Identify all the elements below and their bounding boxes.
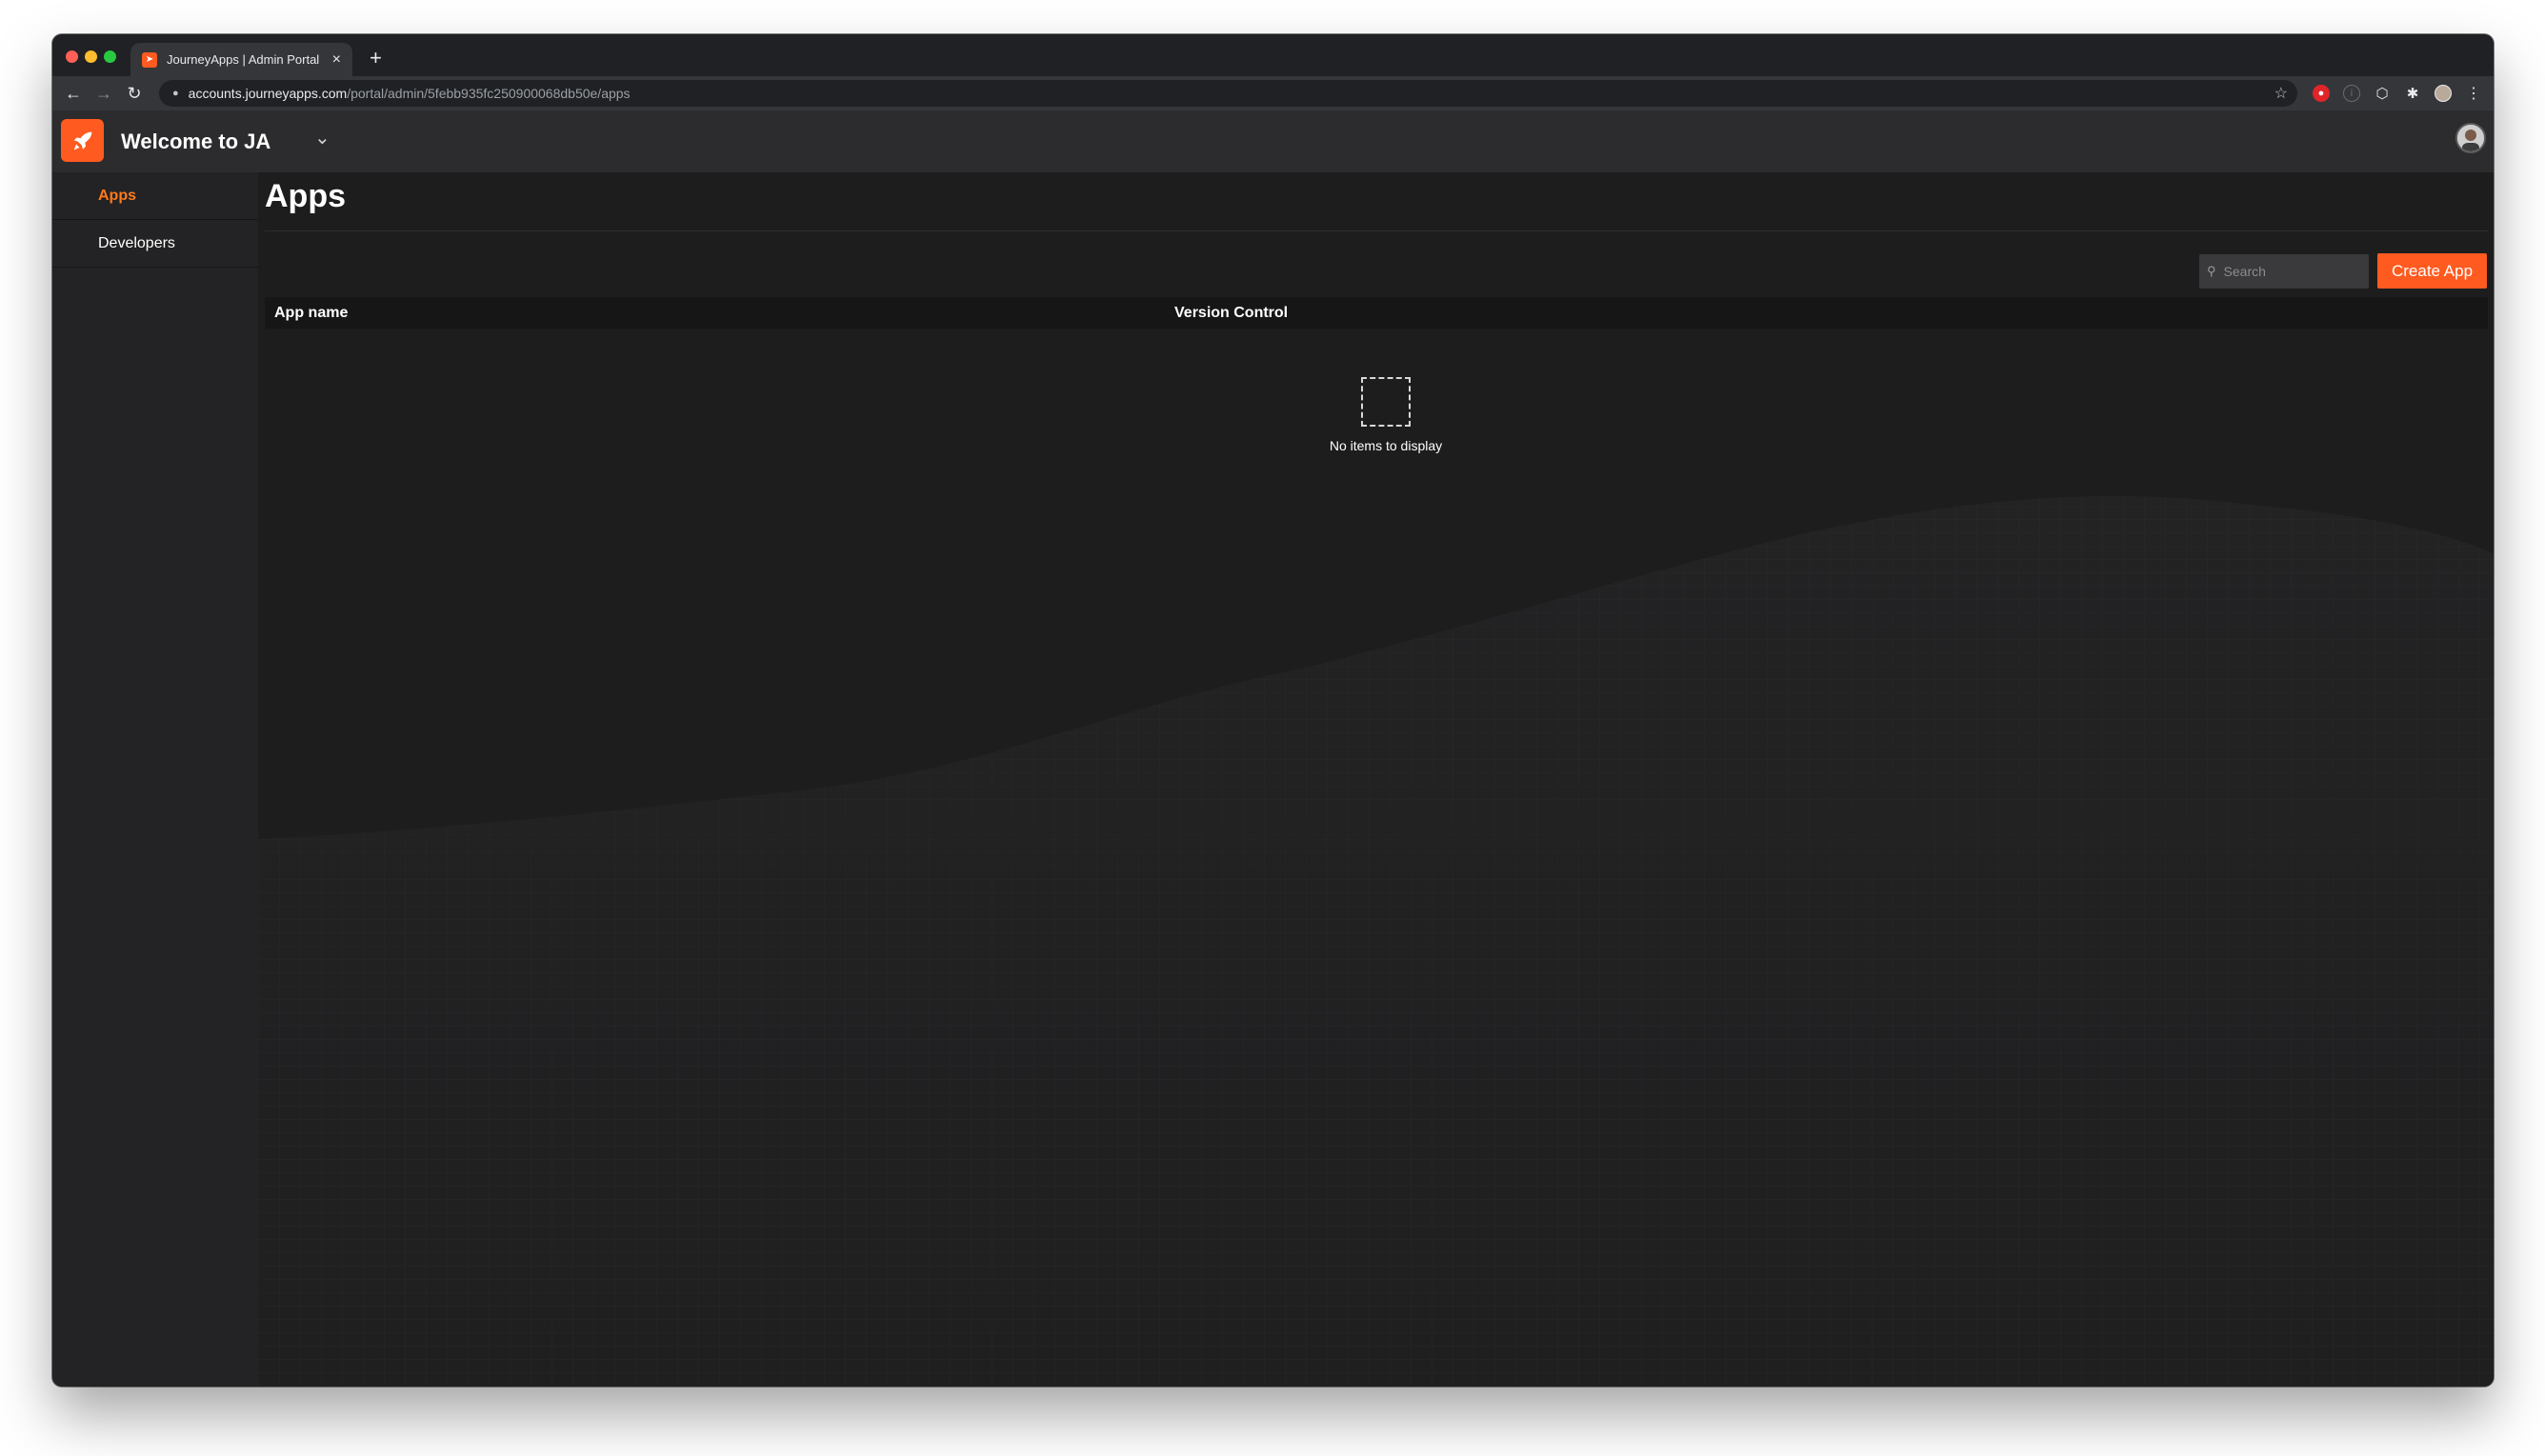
lock-icon: ● [172, 88, 179, 99]
main-content: Apps ⚲ Create App App name Version Contr… [258, 172, 2494, 1386]
sidebar-item-developers[interactable]: Developers [52, 220, 258, 268]
url-path: /portal/admin/5febb935fc250900068db50e/a… [347, 86, 631, 101]
puzzle-extensions-icon[interactable]: ✱ [2404, 85, 2421, 102]
org-title: Welcome to JA [121, 130, 271, 153]
hexagon-extension-icon[interactable]: ⬡ [2374, 85, 2391, 102]
new-tab-button[interactable]: + [370, 46, 382, 70]
create-app-button[interactable]: Create App [2377, 253, 2487, 289]
rocket-favicon-icon: ➤ [142, 51, 157, 68]
maximize-window-button[interactable] [104, 50, 116, 63]
browser-tab[interactable]: ➤ JourneyApps | Admin Portal × [130, 43, 352, 76]
empty-placeholder-icon [1361, 377, 1411, 427]
extensions-area: ● i ⬡ ✱ ⋮ [2313, 76, 2482, 110]
address-bar[interactable]: ● accounts.journeyapps.com /portal/admin… [159, 80, 2297, 107]
wireframe-terrain-background [258, 496, 2494, 1386]
search-icon: ⚲ [2207, 264, 2216, 278]
sidebar-item-apps[interactable]: Apps [52, 172, 258, 220]
search-input[interactable] [2223, 264, 2357, 279]
search-box[interactable]: ⚲ [2199, 254, 2369, 289]
page-title: Apps [265, 178, 346, 214]
title-divider [265, 230, 2488, 231]
bookmark-star-icon[interactable]: ☆ [2274, 84, 2288, 103]
tab-title: JourneyApps | Admin Portal [167, 52, 320, 67]
info-extension-icon[interactable]: i [2343, 85, 2360, 102]
empty-state: No items to display [1300, 377, 1472, 453]
profile-avatar-icon[interactable] [2435, 85, 2452, 102]
user-avatar[interactable] [2455, 123, 2486, 153]
forward-arrow-icon[interactable]: → [89, 84, 119, 104]
browser-window: ➤ JourneyApps | Admin Portal × + ← → ↻ ●… [52, 34, 2494, 1386]
journeyapps-logo-icon[interactable] [61, 119, 104, 162]
back-arrow-icon[interactable]: ← [58, 84, 89, 104]
column-app-name[interactable]: App name [274, 305, 348, 322]
empty-message: No items to display [1329, 438, 1443, 453]
url-host: accounts.journeyapps.com [188, 86, 348, 101]
close-window-button[interactable] [66, 50, 78, 63]
apps-table-header: App name Version Control [265, 297, 2488, 329]
reload-icon[interactable]: ↻ [119, 84, 150, 104]
browser-toolbar: ← → ↻ ● accounts.journeyapps.com /portal… [52, 76, 2494, 110]
red-extension-icon[interactable]: ● [2313, 85, 2330, 102]
sidebar: Apps Developers [52, 172, 258, 1386]
tab-strip: ➤ JourneyApps | Admin Portal × + [52, 34, 2494, 76]
column-version-control[interactable]: Version Control [1174, 305, 1288, 322]
menu-kebab-icon[interactable]: ⋮ [2465, 85, 2482, 102]
close-tab-icon[interactable]: × [332, 51, 341, 69]
chevron-down-icon[interactable]: ⌄ [314, 126, 331, 150]
minimize-window-button[interactable] [85, 50, 97, 63]
